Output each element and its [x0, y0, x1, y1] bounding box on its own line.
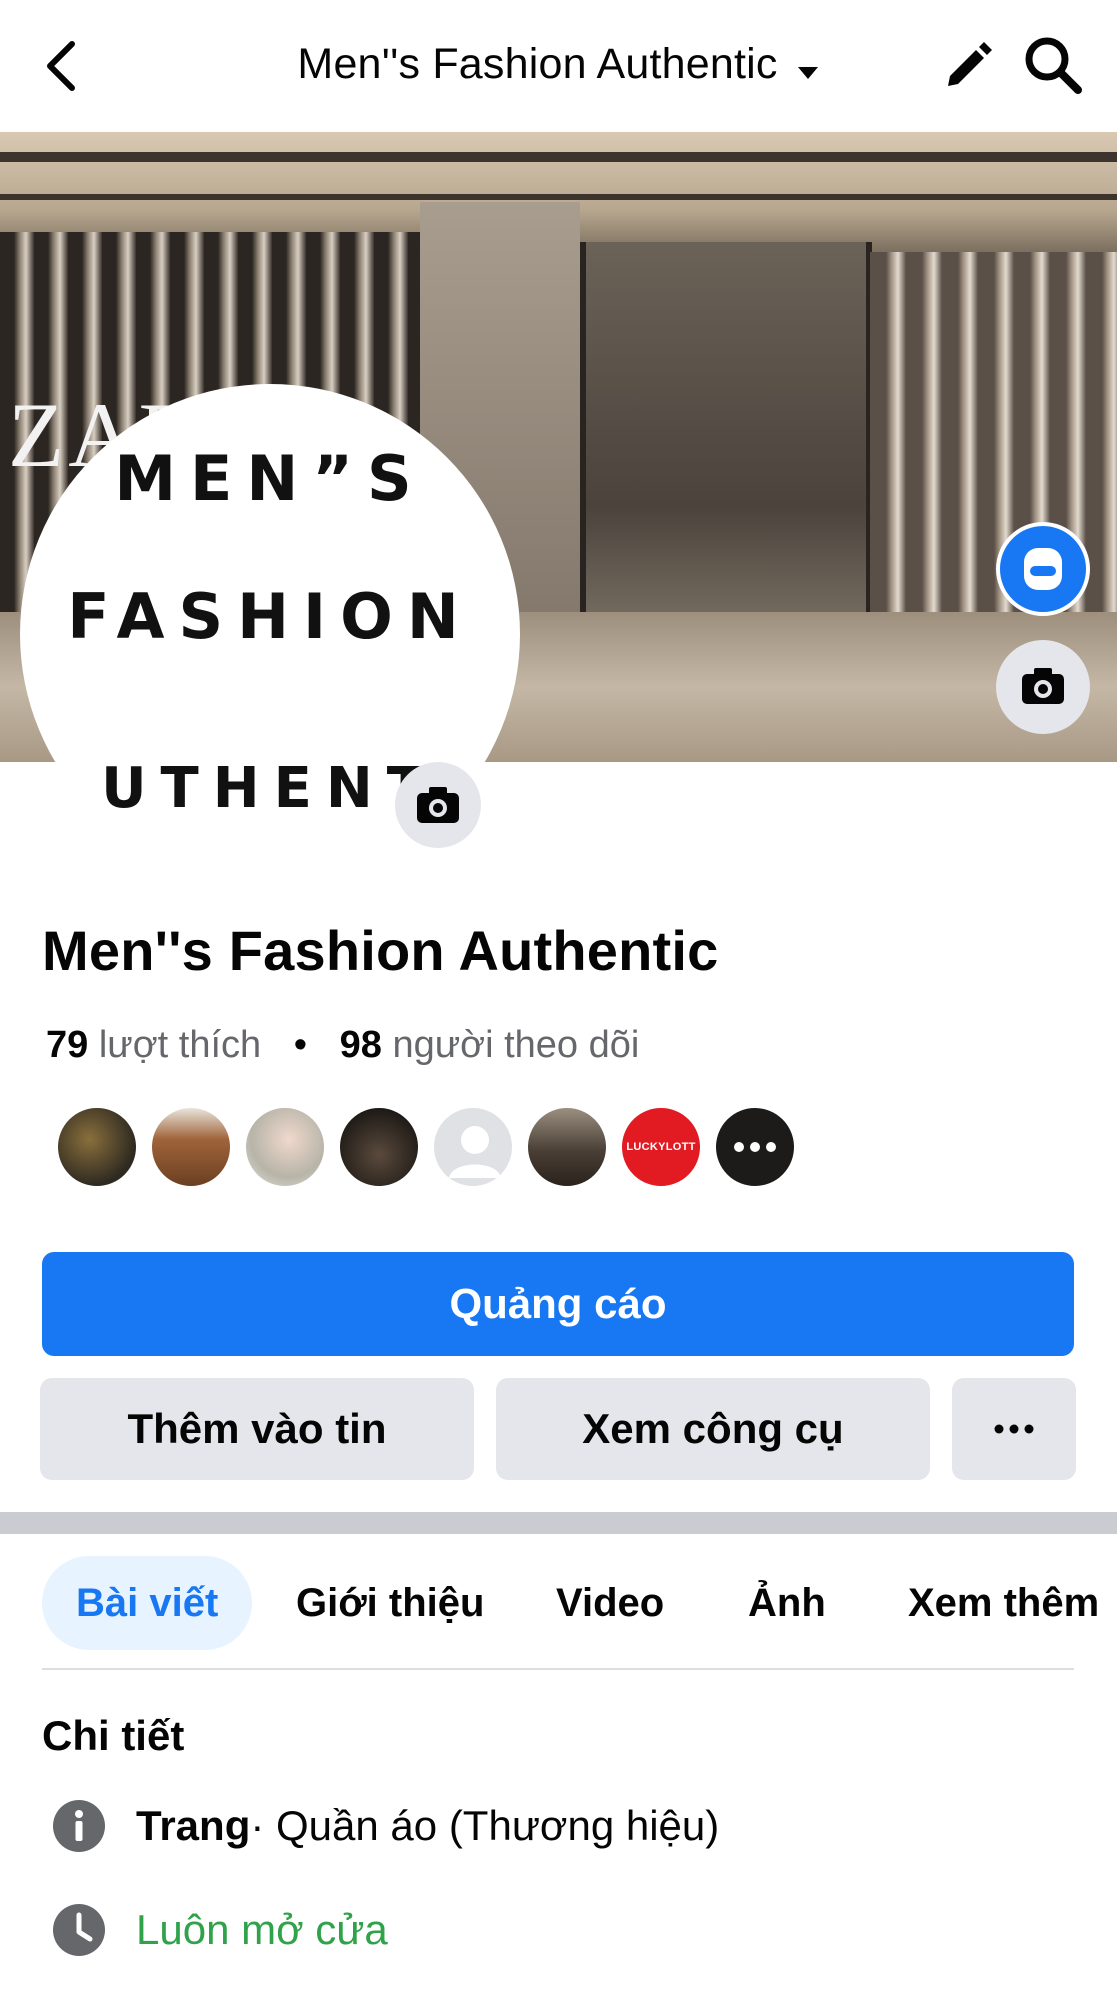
- avatar-text-line1: MEN”S: [114, 442, 426, 515]
- cover-camera-button[interactable]: [996, 640, 1090, 734]
- tabs-divider: [42, 1668, 1074, 1670]
- more-dots-icon: [994, 1424, 1034, 1434]
- add-to-story-button[interactable]: Thêm vào tin: [40, 1378, 474, 1480]
- more-followers-button[interactable]: [714, 1106, 796, 1188]
- follower-avatar-2[interactable]: [150, 1106, 232, 1188]
- clock-icon: [53, 1904, 105, 1956]
- avatar-face-icon: [1024, 548, 1062, 590]
- cover-beam: [0, 152, 1117, 162]
- cover-beam: [0, 194, 1117, 200]
- tab-posts[interactable]: Bài viết: [42, 1556, 253, 1650]
- tab-see-more-label: Xem thêm: [908, 1580, 1100, 1625]
- page-type-label: Trang: [136, 1802, 251, 1849]
- avatar-badge-button[interactable]: [996, 522, 1090, 616]
- pencil-icon: [948, 42, 992, 86]
- tab-videos[interactable]: Video: [556, 1556, 664, 1650]
- follower-avatar-6[interactable]: [526, 1106, 608, 1188]
- person-placeholder-icon: [449, 1126, 501, 1178]
- more-dots-icon: [734, 1142, 776, 1152]
- likes-count: 79: [46, 1024, 89, 1066]
- detail-hours: Luôn mở cửa: [52, 1900, 388, 1960]
- camera-icon: [1022, 668, 1064, 704]
- page-title: Men''s Fashion Authentic: [297, 40, 778, 88]
- separator-dot: •: [293, 1024, 308, 1066]
- details-heading: Chi tiết: [42, 1712, 185, 1759]
- follower-avatar-default[interactable]: [432, 1106, 514, 1188]
- follower-avatar-1[interactable]: [56, 1106, 138, 1188]
- top-bar: Men''s Fashion Authentic: [0, 0, 1117, 132]
- section-divider: [0, 1512, 1117, 1534]
- luckylott-logo-text: LUCKYLOTT: [626, 1141, 696, 1153]
- view-tools-button[interactable]: Xem công cụ: [496, 1378, 930, 1480]
- follower-avatar-3[interactable]: [244, 1106, 326, 1188]
- avatar-text-line2: FASHION: [67, 580, 473, 653]
- hours-status: Luôn mở cửa: [136, 1906, 388, 1953]
- tab-about[interactable]: Giới thiệu: [296, 1556, 484, 1650]
- follower-avatar-4[interactable]: [338, 1106, 420, 1188]
- tab-photos[interactable]: Ảnh: [748, 1556, 826, 1650]
- profile-camera-button[interactable]: [395, 762, 481, 848]
- camera-icon: [417, 787, 459, 823]
- follower-avatar-luckylott[interactable]: LUCKYLOTT: [620, 1106, 702, 1188]
- search-icon: [1025, 37, 1082, 94]
- detail-page-type: Trang · Quần áo (Thương hiệu): [52, 1796, 719, 1856]
- profile-name: Men''s Fashion Authentic: [42, 919, 719, 982]
- info-icon: [53, 1800, 105, 1852]
- edit-button[interactable]: [940, 36, 998, 94]
- search-button[interactable]: [1022, 34, 1084, 96]
- likes-label[interactable]: lượt thích: [99, 1024, 261, 1066]
- tab-see-more[interactable]: Xem thêm: [908, 1556, 1099, 1650]
- page-category: · Quần áo (Thương hiệu): [250, 1802, 720, 1849]
- followers-label[interactable]: người theo dõi: [392, 1024, 639, 1066]
- page-stats: 79 lượt thích • 98 người theo dõi: [46, 1024, 639, 1067]
- more-options-button[interactable]: [952, 1378, 1076, 1480]
- promote-button[interactable]: Quảng cáo: [42, 1252, 1074, 1356]
- caret-down-icon: [796, 37, 820, 97]
- followers-count: 98: [339, 1024, 382, 1066]
- profile-tabs: Bài viết Giới thiệu Video Ảnh Xem thêm: [0, 1556, 1117, 1652]
